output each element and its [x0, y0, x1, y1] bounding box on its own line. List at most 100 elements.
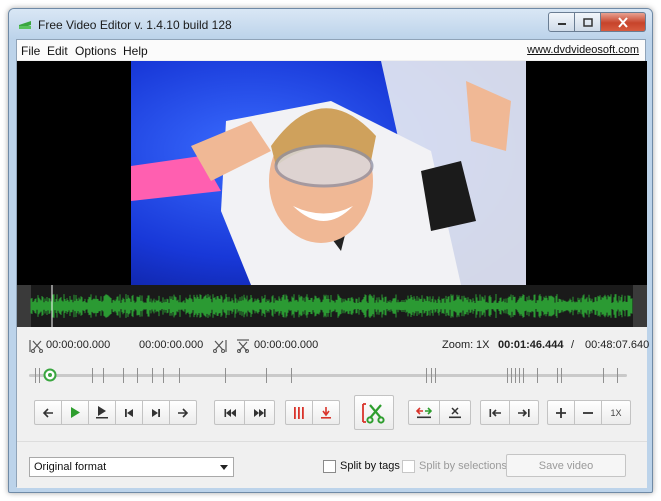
skip-back-icon	[125, 408, 133, 417]
menu-options[interactable]: Options	[75, 44, 116, 58]
timeline-marker	[557, 368, 558, 383]
jump-to-start-button[interactable]	[214, 400, 245, 425]
menu-file[interactable]: File	[21, 44, 40, 58]
select-fragment-button[interactable]	[408, 400, 440, 425]
menu-edit[interactable]: Edit	[47, 44, 68, 58]
previous-frame-button[interactable]	[115, 400, 143, 425]
timeline-marker	[603, 368, 604, 383]
zoom-controls: 1X	[547, 400, 631, 425]
output-format-value: Original format	[34, 461, 107, 473]
timeline-marker	[123, 368, 124, 383]
cut-scissors-icon[interactable]	[236, 339, 250, 353]
menu-help[interactable]: Help	[123, 44, 148, 58]
clear-selection-button[interactable]	[439, 400, 471, 425]
timeline-marker	[163, 368, 164, 383]
output-format-select[interactable]: Original format	[29, 457, 234, 477]
add-markers-button[interactable]	[285, 400, 313, 425]
play-button[interactable]	[61, 400, 89, 425]
to-start-icon	[489, 408, 501, 417]
selection-end-scissors-icon[interactable]	[213, 339, 227, 353]
total-duration: 00:48:07.640	[585, 339, 650, 351]
waveform-graphic	[17, 285, 647, 327]
minimize-button[interactable]	[548, 12, 575, 32]
timeline-marker	[537, 368, 538, 383]
window-title: Free Video Editor v. 1.4.10 build 128	[38, 18, 232, 32]
play-to-marker-icon	[96, 406, 108, 419]
timeline-marker	[225, 368, 226, 383]
video-frame	[131, 61, 526, 285]
marker-controls	[285, 400, 340, 425]
go-to-selection-end-button[interactable]	[509, 400, 539, 425]
selection-start-scissors-icon[interactable]	[29, 339, 43, 353]
zoom-reset-button[interactable]: 1X	[601, 400, 631, 425]
timeline-track[interactable]	[29, 365, 627, 385]
timeline-marker	[519, 368, 520, 383]
split-by-tags-checkbox[interactable]	[323, 460, 336, 473]
timeline-marker	[291, 368, 292, 383]
timeline-marker	[179, 368, 180, 383]
close-button[interactable]	[601, 12, 646, 32]
cut-control	[354, 395, 394, 430]
timeline-marker	[561, 368, 562, 383]
timeline-marker	[507, 368, 508, 383]
jump-controls	[214, 400, 275, 425]
timeline-marker	[103, 368, 104, 383]
jump-to-end-button[interactable]	[244, 400, 275, 425]
minus-icon	[583, 411, 593, 414]
arrow-left-icon	[42, 407, 53, 418]
timeline-marker	[137, 368, 138, 383]
fast-forward-icon	[253, 408, 266, 417]
audio-waveform[interactable]	[17, 285, 647, 327]
go-to-marker-button[interactable]	[312, 400, 340, 425]
zoom-reset-label: 1X	[610, 407, 622, 418]
split-by-selections-label: Split by selections	[419, 460, 508, 472]
split-by-selections-checkbox[interactable]	[402, 460, 415, 473]
step-back-button[interactable]	[34, 400, 62, 425]
cut-button[interactable]	[354, 395, 394, 430]
chevron-down-icon	[220, 465, 228, 470]
selection-end-time: 00:00:00.000	[139, 339, 204, 351]
split-by-tags-label[interactable]: Split by tags	[340, 460, 400, 472]
selection-arrows-icon	[416, 406, 432, 418]
arrow-right-icon	[178, 407, 189, 418]
go-to-selection-start-button[interactable]	[480, 400, 510, 425]
timeline-marker	[92, 368, 93, 383]
menu-bar: File Edit Options Help www.dvdvideosoft.…	[17, 40, 645, 60]
timeline-marker	[523, 368, 524, 383]
title-bar[interactable]: Free Video Editor v. 1.4.10 build 128	[9, 9, 652, 39]
timeline-marker	[152, 368, 153, 383]
play-selection-button[interactable]	[88, 400, 116, 425]
app-icon	[19, 21, 31, 29]
step-forward-button[interactable]	[169, 400, 197, 425]
timeline-marker	[431, 368, 432, 383]
playback-controls	[34, 400, 197, 425]
boundary-controls	[480, 400, 539, 425]
next-frame-button[interactable]	[142, 400, 170, 425]
timeline-marker	[426, 368, 427, 383]
zoom-out-button[interactable]	[574, 400, 602, 425]
cut-time: 00:00:00.000	[254, 339, 319, 351]
save-video-button[interactable]: Save video	[506, 454, 626, 477]
scissors-icon	[362, 402, 385, 424]
video-frame-picture	[131, 61, 526, 285]
maximize-icon	[582, 17, 593, 27]
timeline-marker	[39, 368, 40, 383]
playhead-handle[interactable]	[43, 368, 57, 382]
zoom-in-button[interactable]	[547, 400, 575, 425]
time-separator: /	[571, 339, 575, 351]
zoom-label: Zoom:	[442, 339, 474, 351]
client-area: File Edit Options Help www.dvdvideosoft.…	[16, 39, 650, 488]
plus-icon	[556, 407, 566, 418]
play-icon	[71, 407, 80, 418]
timeline-marker	[35, 368, 36, 383]
timeline-panel: 00:00:00.000 00:00:00.000 00:00:00.000 Z…	[17, 327, 650, 488]
to-end-icon	[518, 408, 530, 417]
selection-start-time: 00:00:00.000	[46, 339, 111, 351]
video-preview[interactable]	[17, 61, 647, 285]
timeline-marker	[511, 368, 512, 383]
maximize-button[interactable]	[575, 12, 601, 32]
rewind-icon	[224, 408, 236, 417]
website-link[interactable]: www.dvdvideosoft.com	[527, 44, 639, 56]
timeline-marker	[266, 368, 267, 383]
timeline-marker	[435, 368, 436, 383]
